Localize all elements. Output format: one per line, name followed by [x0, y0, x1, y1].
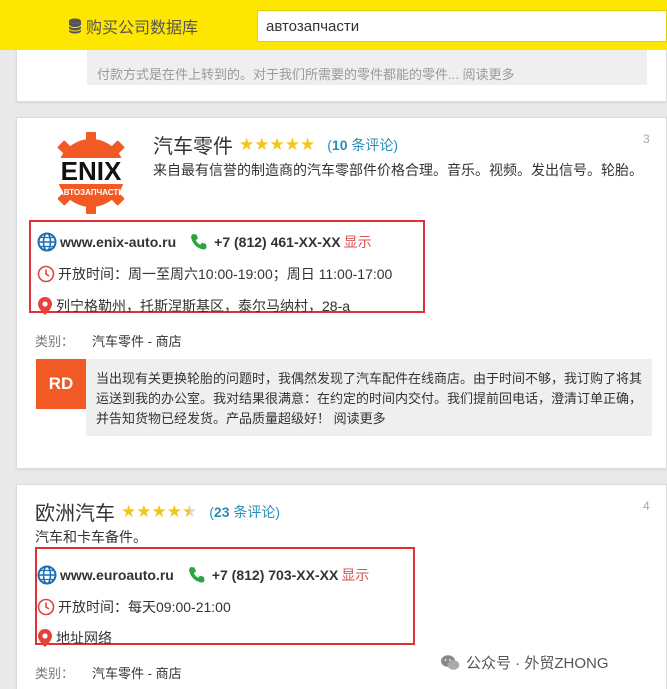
previous-review-text: 付款方式是在件上转到的。对于我们所需要的零件都能的零件... 阅读更多 [97, 67, 515, 82]
database-icon [68, 18, 82, 34]
star-icon: ★ [254, 135, 270, 154]
listing-title-row: 汽车零件 ★ ★ ★ ★ ★ (10 条评论) [153, 130, 398, 159]
review-snippet: 当出现有关更换轮胎的问题时，我偶然发现了汽车配件在线商店。由于时间不够，我订购了… [86, 359, 652, 436]
category-value[interactable]: 汽车零件 - 商店 [92, 334, 182, 349]
address-line: 地址网络 [37, 628, 112, 648]
listing-title-row: 欧洲汽车 ★ ★ ★ ★ ★ (23 条评论) [35, 497, 280, 526]
buy-database-button[interactable]: 购买公司数据库 [68, 14, 198, 38]
star-icon: ★ [136, 502, 152, 521]
website-link[interactable]: www.euroauto.ru [60, 567, 174, 583]
website-link[interactable]: www.enix-auto.ru [60, 234, 176, 250]
star-icon: ★ [284, 135, 300, 154]
show-phone-link[interactable]: 显示 [341, 565, 369, 585]
top-bar: 购买公司数据库 [0, 0, 667, 50]
location-pin-icon [38, 297, 52, 315]
clock-icon [37, 598, 55, 616]
category-row: 类别： 汽车零件 - 商店 [35, 331, 182, 350]
enix-logo-icon: ENIX АВТОЗАПЧАСТИ [35, 132, 147, 214]
category-value[interactable]: 汽车零件 - 商店 [92, 666, 182, 681]
logo-text: ENIX [61, 156, 122, 186]
wechat-icon [441, 654, 460, 670]
hours-line: 开放时间：周一至周六10:00-19:00；周日 11:00-17:00 [37, 264, 392, 284]
star-icon: ★ [269, 135, 285, 154]
search-input[interactable] [257, 10, 667, 42]
rating-stars: ★ ★ ★ ★ ★ [239, 136, 315, 153]
star-icon: ★ [121, 502, 137, 521]
listing-description: 汽车和卡车备件。 [35, 529, 147, 545]
reviews-link[interactable]: (23 条评论) [209, 502, 280, 522]
contact-line-web-phone: www.euroauto.ru +7 (812) 703-XX-XX 显示 [37, 565, 369, 585]
company-logo[interactable]: ENIX АВТОЗАПЧАСТИ [35, 126, 147, 216]
category-label: 类别： [35, 334, 75, 349]
listing-title[interactable]: 欧洲汽车 [35, 497, 115, 526]
read-more-link[interactable]: 阅读更多 [334, 411, 386, 426]
contact-line-web-phone: www.enix-auto.ru +7 (812) 461-XX-XX 显示 [37, 232, 372, 252]
globe-icon [37, 565, 57, 585]
address-text[interactable]: 列宁格勒州，托斯涅斯基区，泰尔马纳村，28-a [56, 296, 350, 316]
logo-subtext: АВТОЗАПЧАСТИ [58, 188, 124, 197]
hours-line: 开放时间：每天09:00-21:00 [37, 597, 231, 617]
clock-icon [37, 265, 55, 283]
star-icon: ★ [166, 502, 182, 521]
opening-hours: 开放时间：每天09:00-21:00 [58, 599, 231, 615]
buy-database-label: 购买公司数据库 [86, 20, 199, 37]
show-phone-link[interactable]: 显示 [344, 232, 372, 252]
star-icon: ★ [182, 502, 198, 521]
globe-icon [37, 232, 57, 252]
category-row: 类别： 汽车零件 - 商店 [35, 663, 182, 682]
listing-card: ENIX АВТОЗАПЧАСТИ 汽车零件 ★ ★ ★ ★ ★ (10 条评论) 3 … [16, 117, 667, 469]
star-icon: ★ [151, 502, 167, 521]
address-text[interactable]: 地址网络 [56, 628, 112, 648]
reviews-link[interactable]: (10 条评论) [327, 135, 398, 155]
phone-icon [191, 234, 207, 250]
listing-index: 4 [643, 499, 650, 513]
phone-icon [188, 567, 205, 583]
star-icon: ★ [300, 135, 316, 154]
category-label: 类别： [35, 666, 75, 681]
listing-index: 3 [643, 132, 650, 146]
address-line: 列宁格勒州，托斯涅斯基区，泰尔马纳村，28-a [37, 296, 350, 316]
watermark: 公众号 · 外贸ZHONG [440, 652, 609, 673]
listing-description: 来自最有信誉的制造商的汽车零部件价格合理。音乐。视频。发出信号。轮胎。 [153, 162, 643, 178]
watermark-text: 公众号 · 外贸ZHONG [466, 655, 609, 672]
star-icon: ★ [239, 135, 255, 154]
reviewer-avatar: RD [36, 359, 93, 409]
phone-number: +7 (812) 461-XX-XX [214, 234, 341, 250]
rating-stars: ★ ★ ★ ★ ★ [121, 503, 197, 520]
opening-hours: 开放时间：周一至周六10:00-19:00；周日 11:00-17:00 [58, 266, 393, 282]
phone-number: +7 (812) 703-XX-XX [211, 567, 339, 583]
listing-title[interactable]: 汽车零件 [153, 130, 233, 159]
location-pin-icon [38, 629, 52, 647]
